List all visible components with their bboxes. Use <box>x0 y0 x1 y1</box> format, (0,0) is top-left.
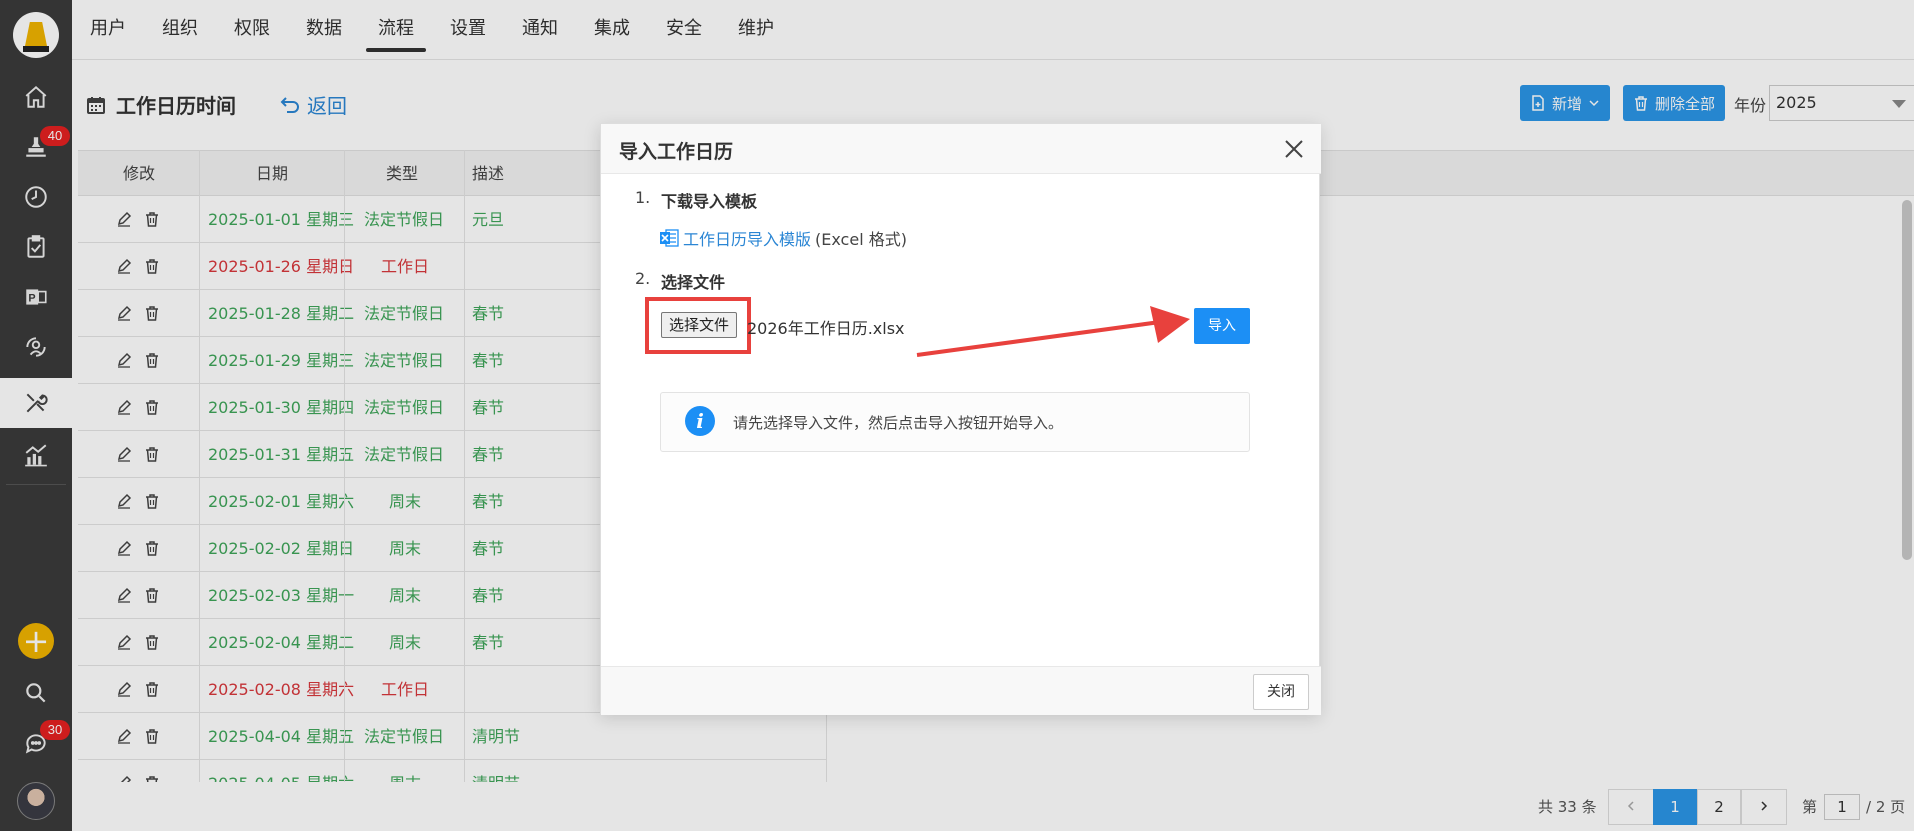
info-icon: i <box>685 406 715 436</box>
template-download-link[interactable]: 工作日历导入模版 <box>683 226 811 250</box>
import-button[interactable]: 导入 <box>1194 308 1250 344</box>
step-2-title: 选择文件 <box>661 273 726 292</box>
choose-file-button[interactable]: 选择文件 <box>661 312 738 338</box>
info-text: 请先选择导入文件，然后点击导入按钮开始导入。 <box>733 414 1064 432</box>
selected-file-name: 2026年工作日历.xlsx <box>747 319 905 338</box>
info-box: i 请先选择导入文件，然后点击导入按钮开始导入。 <box>660 392 1250 452</box>
step-2-number: 2. <box>635 269 651 288</box>
excel-icon <box>660 229 679 247</box>
step-1-title: 下载导入模板 <box>661 192 758 211</box>
template-format: (Excel 格式) <box>815 230 907 249</box>
close-icon[interactable] <box>1281 136 1307 162</box>
template-download: 工作日历导入模版 (Excel 格式) <box>659 226 907 250</box>
close-button[interactable]: 关闭 <box>1253 674 1309 710</box>
dialog-footer: 关闭 <box>601 666 1321 715</box>
dialog-title: 导入工作日历 <box>619 141 734 163</box>
step-1-number: 1. <box>635 188 651 207</box>
dialog-header: 导入工作日历 <box>601 124 1321 174</box>
import-dialog: 导入工作日历 1. 下载导入模板 工作日历导入模版 (Excel 格式) 2. … <box>600 123 1321 715</box>
